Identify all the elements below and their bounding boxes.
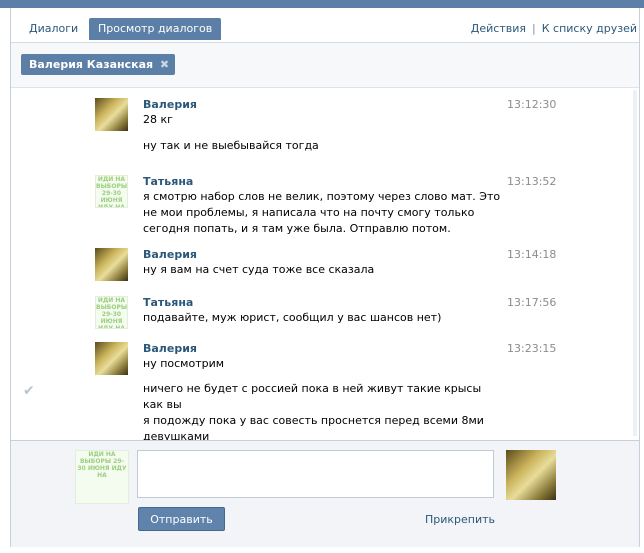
message-time: 13:17:56 [507, 296, 557, 309]
message-text: ну так и не выебывайся тогда [143, 139, 319, 152]
links-separator: | [532, 22, 536, 35]
message-author[interactable]: Татьяна [143, 296, 193, 309]
own-avatar[interactable]: ИДИ НА ВЫБОРЫ 29-30 ИЮНЯ ИДУ НА [75, 450, 129, 504]
avatar-banner-text: ИДИ НА ВЫБОРЫ 29-30 ИЮНЯ ИДУ НА [96, 297, 128, 329]
top-links: Действия | К списку друзей [471, 18, 637, 40]
avatar-banner-text: ИДИ НА ВЫБОРЫ 29-30 ИЮНЯ ИДУ НА [96, 176, 128, 208]
send-button[interactable]: Отправить [138, 507, 225, 531]
avatar[interactable]: ИДИ НА ВЫБОРЫ 29-30 ИЮНЯ ИДУ НА [95, 296, 128, 329]
peer-name: Валерия Казанская [29, 58, 154, 71]
friends-list-link[interactable]: К списку друзей [542, 22, 637, 35]
message-text: я смотрю набор слов не велик, поэтому че… [143, 190, 501, 235]
history-scrollbar[interactable] [633, 90, 637, 436]
tabs-bar: Диалоги Просмотр диалогов Действия | К спи… [11, 8, 639, 43]
tab-view-dialogs[interactable]: Просмотр диалогов [89, 18, 222, 40]
message-text: ну я вам на счет суда тоже все сказала [143, 263, 375, 276]
avatar[interactable] [95, 342, 128, 375]
top-header-bar [0, 0, 644, 8]
avatar-banner-text: ИДИ НА ВЫБОРЫ 29-30 ИЮНЯ ИДУ НА [77, 451, 127, 479]
message-composer: ИДИ НА ВЫБОРЫ 29-30 ИЮНЯ ИДУ НА Отправит… [11, 440, 639, 547]
message-author[interactable]: Татьяна [143, 175, 193, 188]
message-text: ничего не будет с россией пока в ней жив… [143, 382, 482, 411]
avatar[interactable]: ИДИ НА ВЫБОРЫ 29-30 ИЮНЯ ИДУ НА [95, 175, 128, 208]
message-author[interactable]: Валерия [143, 342, 197, 355]
close-icon[interactable]: ✖ [160, 54, 169, 75]
message-time: 13:12:30 [507, 98, 557, 111]
message-author[interactable]: Валерия [143, 248, 197, 261]
message-input[interactable] [137, 450, 494, 498]
peer-avatar[interactable] [506, 450, 556, 500]
message-time: 13:14:18 [507, 248, 557, 261]
message-author[interactable]: Валерия [143, 98, 197, 111]
avatar[interactable] [95, 248, 128, 281]
peer-chip[interactable]: Валерия Казанская ✖ [21, 54, 176, 75]
tab-dialogs[interactable]: Диалоги [20, 18, 87, 40]
message-time: 13:23:15 [507, 342, 557, 355]
message-text: ну посмотрим [143, 357, 225, 370]
actions-link[interactable]: Действия [471, 22, 526, 35]
avatar[interactable] [95, 98, 128, 131]
message-time: 13:13:52 [507, 175, 557, 188]
dialogs-panel: Диалоги Просмотр диалогов Действия | К спи… [10, 8, 640, 547]
message-history: Валерия 13:12:30 28 кг ну так и не выебы… [11, 88, 639, 440]
attach-link[interactable]: Прикрепить [425, 513, 495, 526]
message-text: 28 кг [143, 113, 173, 126]
message-text: подавайте, муж юрист, сообщил у вас шанс… [143, 311, 442, 324]
peer-bar: Валерия Казанская ✖ [11, 43, 639, 88]
read-check-icon: ✔ [23, 383, 35, 399]
message-text: я подожду пока у вас совесть проснется п… [143, 414, 484, 440]
